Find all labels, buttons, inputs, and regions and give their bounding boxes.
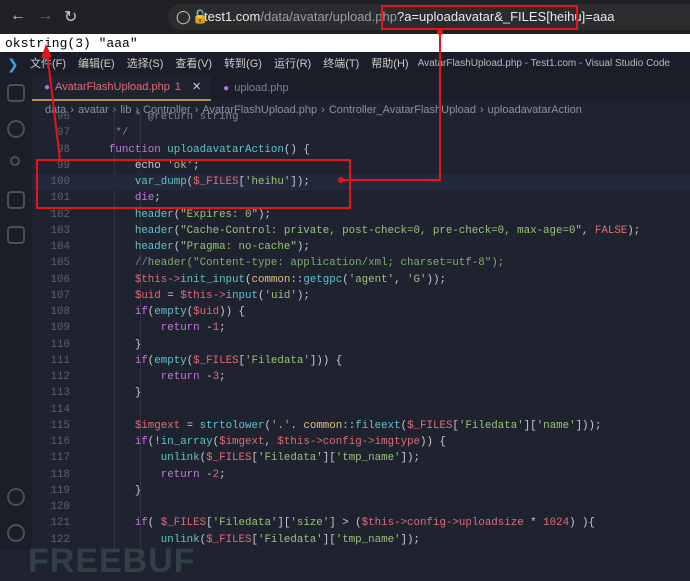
- url-highlight-box: [381, 5, 578, 30]
- connector-dot: [338, 177, 344, 183]
- connector-line: [341, 32, 441, 181]
- output-arrow: [46, 51, 61, 161]
- arrow-head: [41, 44, 52, 58]
- connector-dot: [437, 29, 443, 35]
- annotation-overlay: [36, 5, 578, 209]
- code-highlight-box: [36, 159, 351, 209]
